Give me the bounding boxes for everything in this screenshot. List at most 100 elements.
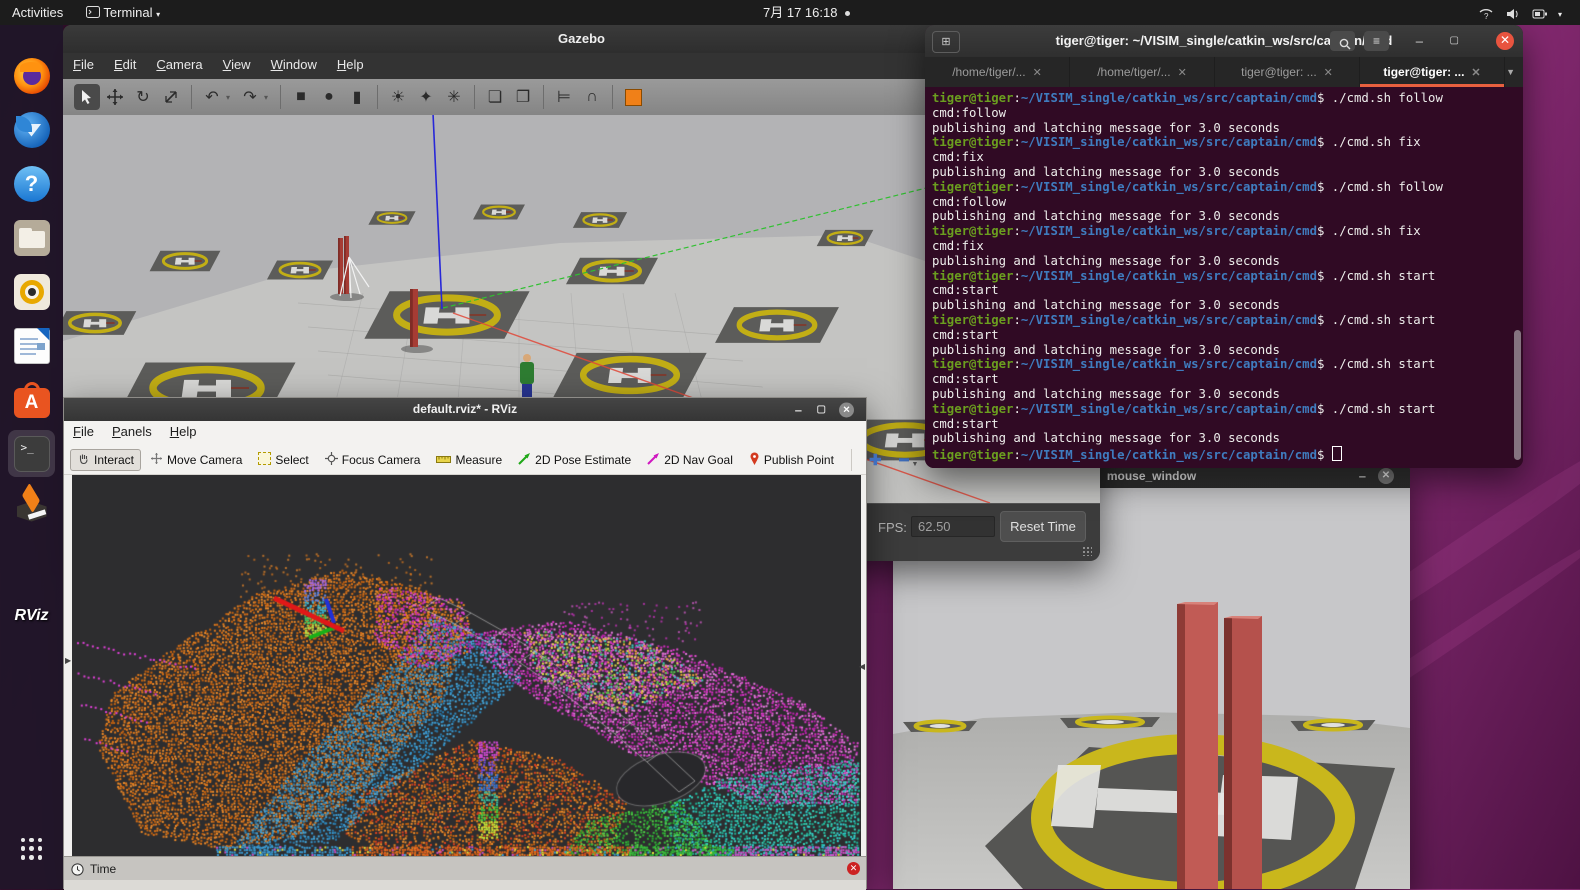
rviz-titlebar[interactable]: default.rviz* - RViz – ▢ ✕ (64, 398, 866, 421)
rviz-tool-move-camera[interactable]: Move Camera (143, 449, 249, 471)
close-icon[interactable]: ✕ (839, 402, 854, 417)
tool-label: 2D Pose Estimate (535, 453, 631, 467)
app-menu[interactable]: Terminal ▾ (78, 0, 168, 25)
dropdown-caret-icon[interactable]: ▾ (264, 93, 274, 102)
search-icon[interactable] (1330, 31, 1355, 51)
dock-item-libreoffice-writer[interactable] (8, 322, 55, 369)
gazebo-tool-rotate-icon[interactable]: ↻ (130, 84, 156, 110)
gazebo-tool-model-icon[interactable] (620, 84, 646, 110)
gazebo-tool-scale-icon[interactable] (158, 84, 184, 110)
gazebo-tool-cursor-icon[interactable] (74, 84, 100, 110)
gazebo-tool-sphere-icon[interactable]: ● (316, 84, 342, 110)
maximize-button[interactable]: ▢ (817, 405, 826, 415)
select-icon (258, 452, 271, 468)
dock-item-firefox[interactable] (8, 52, 55, 99)
gazebo-tool-sun-icon[interactable]: ☀ (385, 84, 411, 110)
terminal-line: publishing and latching message for 3.0 … (932, 431, 1509, 446)
rviz-tool-measure[interactable]: Measure (429, 450, 509, 470)
terminal-icon (86, 6, 100, 18)
rviz-tool-focus-camera[interactable]: Focus Camera (318, 449, 428, 471)
gazebo-tool-paste-icon[interactable]: ❐ (510, 84, 536, 110)
gazebo-tool-move-icon[interactable] (102, 84, 128, 110)
gazebo-tool-align-icon[interactable]: ⊨ (551, 84, 577, 110)
dock-item-rhythmbox[interactable] (8, 268, 55, 315)
terminal-titlebar[interactable]: ⊞ tiger@tiger: ~/VISIM_single/catkin_ws/… (925, 25, 1523, 57)
tool-label: Move Camera (167, 453, 242, 467)
rviz-menu-help[interactable]: Help (161, 421, 206, 442)
gazebo-menu-camera[interactable]: Camera (146, 53, 212, 76)
scrollbar-thumb[interactable] (1514, 330, 1521, 460)
fps-value-field[interactable]: 62.50 (911, 516, 995, 537)
close-icon[interactable]: ✕ (1378, 468, 1394, 484)
gazebo-tool-rays-icon[interactable]: ✳ (441, 84, 467, 110)
dropdown-caret-icon[interactable]: ▼ (912, 461, 919, 468)
system-tray[interactable]: ? ▾ (1462, 0, 1570, 25)
rviz-toolbar: Interact Move Camera SelectFocus CameraMea… (64, 445, 866, 475)
gazebo-menu-file[interactable]: File (63, 53, 104, 76)
dock-item-ubuntu-software[interactable]: A (8, 376, 55, 423)
panel-expand-left-icon[interactable]: ▶ (65, 656, 71, 665)
resize-grip[interactable] (1082, 546, 1092, 556)
maximize-button[interactable]: ▢ (1450, 36, 1459, 46)
rviz-menu-panels[interactable]: Panels (103, 421, 161, 442)
tab-list-caret-icon[interactable]: ▼ (1505, 57, 1523, 87)
tab-close-icon[interactable]: ✕ (1324, 66, 1333, 79)
add-tool-button[interactable]: ✚ (860, 451, 891, 469)
rviz-tool-publish-point[interactable]: Publish Point (742, 449, 841, 471)
dock-item-gazebo[interactable] (8, 484, 55, 531)
terminal-tab-0[interactable]: /home/tiger/...✕ (925, 57, 1070, 87)
rviz-3d-view[interactable] (72, 475, 861, 856)
reset-time-button[interactable]: Reset Time (1000, 511, 1086, 542)
helipad (267, 260, 333, 279)
gazebo-tool-undo-icon[interactable]: ↶ (199, 84, 225, 110)
dock-item-app-grid[interactable] (8, 825, 55, 872)
gazebo-tool-spark-icon[interactable]: ✦ (413, 84, 439, 110)
terminal-tab-2[interactable]: tiger@tiger: ...✕ (1215, 57, 1360, 87)
gazebo-tool-box-icon[interactable]: ■ (288, 84, 314, 110)
minimize-button[interactable]: – (1416, 35, 1423, 48)
new-tab-icon[interactable]: ⊞ (932, 31, 960, 53)
time-panel-header: Time ✕ (64, 856, 866, 881)
gazebo-menu-edit[interactable]: Edit (104, 53, 146, 76)
pointcloud-canvas[interactable] (72, 475, 861, 856)
gazebo-menu-help[interactable]: Help (327, 53, 374, 76)
dock-item-thunderbird[interactable] (8, 106, 55, 153)
gazebo-tool-cylinder-icon[interactable]: ▮ (344, 84, 370, 110)
panel-expand-right-icon[interactable]: ◀ (859, 662, 865, 671)
pin-icon (749, 452, 760, 468)
rviz-tool-select[interactable]: Select (251, 449, 315, 471)
dock-item-rviz[interactable]: RViz (8, 592, 55, 639)
terminal-tab-1[interactable]: /home/tiger/...✕ (1070, 57, 1215, 87)
minimize-button[interactable]: – (795, 403, 802, 416)
gazebo-menu-window[interactable]: Window (261, 53, 327, 76)
dock-item-help[interactable]: ? (8, 160, 55, 207)
terminal-line: publishing and latching message for 3.0 … (932, 387, 1509, 402)
dock-item-files[interactable] (8, 214, 55, 261)
terminal-line: cmd:start (932, 417, 1509, 432)
close-icon[interactable]: ✕ (1496, 32, 1514, 50)
terminal-window: ⊞ tiger@tiger: ~/VISIM_single/catkin_ws/… (925, 25, 1523, 468)
clock[interactable]: 7月 17 16:18 (755, 0, 858, 25)
gazebo-tool-copy-icon[interactable]: ❏ (482, 84, 508, 110)
rviz-tool-2d-nav-goal[interactable]: 2D Nav Goal (640, 449, 740, 471)
close-panel-icon[interactable]: ✕ (847, 862, 860, 875)
menu-icon[interactable]: ≡ (1364, 31, 1389, 51)
terminal-tab-3[interactable]: tiger@tiger: ...✕ (1360, 57, 1505, 87)
gazebo-menu-view[interactable]: View (213, 53, 261, 76)
tab-close-icon[interactable]: ✕ (1471, 66, 1480, 79)
dropdown-caret-icon[interactable]: ▾ (226, 93, 236, 102)
activities-button[interactable]: Activities (4, 0, 71, 25)
dock-item-window-indicator[interactable] (8, 538, 55, 585)
tab-close-icon[interactable]: ✕ (1033, 66, 1042, 79)
hand-icon (77, 452, 90, 468)
helipad (368, 211, 415, 225)
gazebo-tool-magnet-icon[interactable]: ∩ (579, 84, 605, 110)
dock-item-terminal[interactable]: >_ (8, 430, 55, 477)
terminal-body[interactable]: tiger@tiger:~/VISIM_single/catkin_ws/src… (925, 87, 1523, 468)
rviz-tool-interact[interactable]: Interact (70, 449, 141, 471)
rviz-tool-2d-pose-estimate[interactable]: 2D Pose Estimate (511, 449, 638, 471)
rviz-menu-file[interactable]: File (64, 421, 103, 442)
minimize-button[interactable]: – (1359, 470, 1366, 483)
gazebo-tool-redo-icon[interactable]: ↷ (237, 84, 263, 110)
tab-close-icon[interactable]: ✕ (1178, 66, 1187, 79)
